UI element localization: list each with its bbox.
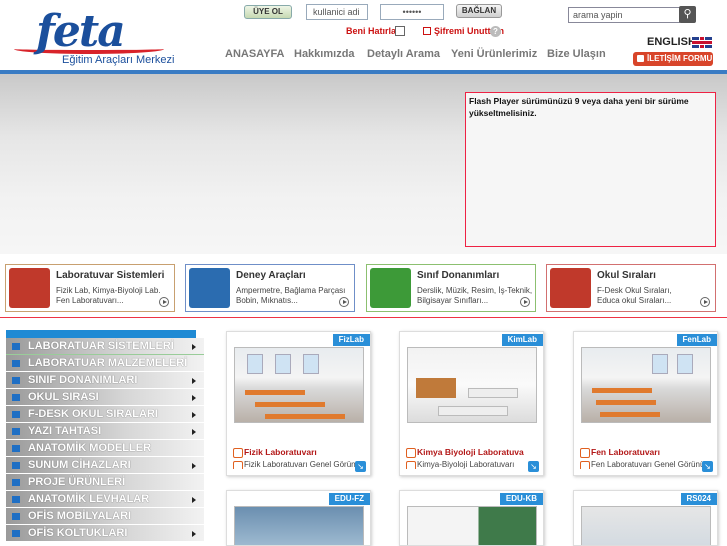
remember-me-label: Beni Hatırla xyxy=(346,26,397,36)
sidebar-item-lab-materials[interactable]: LABORATUAR MALZEMELERİ xyxy=(6,355,204,372)
product-card-kimlab[interactable]: KimLab Kimya Biyoloji Laboratuva Kimya-B… xyxy=(399,331,544,476)
product-desc: Fen Laboratuvarı Genel Görünüm xyxy=(580,460,702,469)
arrow-link-icon[interactable]: ↘ xyxy=(528,461,539,472)
product-desc: Fizik Laboratuvarı Genel Görünüm xyxy=(233,460,355,469)
category-card-classroom-equipment[interactable]: Sınıf Donanımları Derslik, Müzik, Resim,… xyxy=(366,264,536,312)
product-card-edu-kb[interactable]: EDU-KB xyxy=(399,490,544,546)
product-card-rs024[interactable]: RS024 xyxy=(573,490,718,546)
product-photo[interactable] xyxy=(407,347,537,423)
search-input[interactable]: arama yapin xyxy=(568,7,680,23)
experiment-cabinet-icon xyxy=(189,268,230,308)
sidebar-item-office-chairs[interactable]: OFİS KOLTUKLARI xyxy=(6,525,204,542)
sidebar-item-presentation[interactable]: SUNUM CİHAZLARI xyxy=(6,457,204,474)
product-tag: FenLab xyxy=(676,334,717,346)
school-desk-icon xyxy=(550,268,591,308)
product-photo[interactable] xyxy=(234,347,364,423)
product-desc: Kimya-Biyoloji Laboratuvarı xyxy=(406,460,528,469)
lab-desk-icon xyxy=(9,268,50,308)
help-icon[interactable]: ? xyxy=(490,26,501,37)
sidebar-item-office-furniture[interactable]: OFİS MOBİLYALARI xyxy=(6,508,204,525)
feta-logo[interactable]: feta Eğitim Araçları Merkezi xyxy=(14,4,174,68)
nav-detailed-search[interactable]: Detaylı Arama xyxy=(367,48,440,60)
product-tag: KimLab xyxy=(501,334,543,346)
sidebar-item-whiteboard[interactable]: YAZI TAHTASI xyxy=(6,423,204,440)
section-divider xyxy=(0,317,727,318)
nav-contact[interactable]: Bize Ulaşın xyxy=(547,48,606,60)
category-title: Sınıf Donanımları xyxy=(417,270,500,281)
product-tag: EDU-KB xyxy=(499,493,543,505)
password-input[interactable]: •••••• xyxy=(380,4,444,20)
play-arrow-icon[interactable] xyxy=(520,297,530,307)
username-input[interactable]: kullanici adi xyxy=(306,4,368,20)
sidebar-item-lab-systems[interactable]: LABORATUAR SİSTEMLERİ xyxy=(6,338,204,355)
chevron-right-icon xyxy=(192,344,196,350)
product-tag: EDU-FZ xyxy=(328,493,370,505)
product-title[interactable]: Kimya Biyoloji Laboratuva xyxy=(406,447,524,458)
sidebar-item-classroom[interactable]: SINIF DONANIMLARI xyxy=(6,372,204,389)
chevron-right-icon xyxy=(192,412,196,418)
sidebar-item-project-products[interactable]: PROJE ÜRÜNLERİ xyxy=(6,474,204,491)
category-sidebar: LABORATUAR SİSTEMLERİ LABORATUAR MALZEME… xyxy=(6,330,204,545)
product-card-fizlab[interactable]: FizLab Fizik Laboratuvarı Fizik Laboratu… xyxy=(226,331,371,476)
sidebar-item-school-desk[interactable]: OKUL SIRASI xyxy=(6,389,204,406)
product-title[interactable]: Fen Laboratuvarı xyxy=(580,447,660,458)
product-card-edu-fz[interactable]: EDU-FZ xyxy=(226,490,371,546)
chevron-right-icon xyxy=(192,395,196,401)
product-photo[interactable] xyxy=(581,506,711,545)
category-card-school-desks[interactable]: Okul Sıraları F-Desk Okul Sıraları, Educa… xyxy=(546,264,716,312)
chevron-right-icon xyxy=(192,378,196,384)
category-desc: Fizik Lab, Kimya-Biyoloji Lab. Fen Labora… xyxy=(56,286,161,305)
login-button[interactable]: BAĞLAN xyxy=(456,4,502,18)
category-desc: Derslik, Müzik, Resim, İş-Teknik, Bilgisa… xyxy=(417,286,533,305)
sidebar-top-bar xyxy=(6,330,196,338)
sidebar-item-anatomical-models[interactable]: ANATOMİK MODELLER xyxy=(6,440,204,457)
category-card-experiment-tools[interactable]: Deney Araçları Ampermetre, Bağlama Parça… xyxy=(185,264,355,312)
signup-button[interactable]: ÜYE OL xyxy=(244,5,292,19)
contact-form-button[interactable]: İLETİŞİM FORMU xyxy=(633,52,713,66)
logo-text: feta xyxy=(36,6,126,57)
flash-player-notice: Flash Player sürümünüzü 9 veya daha yeni… xyxy=(465,92,716,247)
search-icon[interactable]: ⚲ xyxy=(679,6,696,23)
product-tag: FizLab xyxy=(332,334,370,346)
product-photo[interactable] xyxy=(407,506,537,545)
chevron-right-icon xyxy=(192,531,196,537)
nav-about[interactable]: Hakkımızda xyxy=(294,48,355,60)
category-desc: F-Desk Okul Sıraları, Educa okul Sıraları… xyxy=(597,286,672,305)
arrow-link-icon[interactable]: ↘ xyxy=(355,461,366,472)
product-card-fenlab[interactable]: FenLab Fen Laboratuvarı Fen Laboratuvarı… xyxy=(573,331,718,476)
category-title: Deney Araçları xyxy=(236,270,306,281)
play-arrow-icon[interactable] xyxy=(159,297,169,307)
category-card-lab-systems[interactable]: Laboratuvar Sistemleri Fizik Lab, Kimya-… xyxy=(5,264,175,312)
logo-subtitle: Eğitim Araçları Merkezi xyxy=(62,54,175,66)
sidebar-item-anatomical-charts[interactable]: ANATOMİK LEVHALAR xyxy=(6,491,204,508)
play-arrow-icon[interactable] xyxy=(339,297,349,307)
language-english-link[interactable]: ENGLISH xyxy=(647,36,696,48)
chevron-right-icon xyxy=(192,429,196,435)
product-title[interactable]: Fizik Laboratuvarı xyxy=(233,447,317,458)
uk-flag-icon[interactable] xyxy=(692,37,712,48)
lock-icon xyxy=(423,27,431,35)
category-desc: Ampermetre, Bağlama Parçası Bobin, Mıknat… xyxy=(236,286,346,305)
category-title: Laboratuvar Sistemleri xyxy=(56,270,165,281)
product-photo[interactable] xyxy=(234,506,364,545)
nav-new-products[interactable]: Yeni Ürünlerimiz xyxy=(451,48,537,60)
whiteboard-icon xyxy=(370,268,411,308)
sidebar-item-fdesk[interactable]: F-DESK OKUL SIRALARI xyxy=(6,406,204,423)
arrow-link-icon[interactable]: ↘ xyxy=(702,461,713,472)
chevron-right-icon xyxy=(192,463,196,469)
category-title: Okul Sıraları xyxy=(597,270,656,281)
chevron-right-icon xyxy=(192,497,196,503)
play-arrow-icon[interactable] xyxy=(700,297,710,307)
product-photo[interactable] xyxy=(581,347,711,423)
remember-me-checkbox[interactable] xyxy=(395,26,405,36)
nav-home[interactable]: ANASAYFA xyxy=(225,48,285,60)
product-tag: RS024 xyxy=(680,493,717,505)
site-header: feta Eğitim Araçları Merkezi ÜYE OL kull… xyxy=(0,0,727,72)
